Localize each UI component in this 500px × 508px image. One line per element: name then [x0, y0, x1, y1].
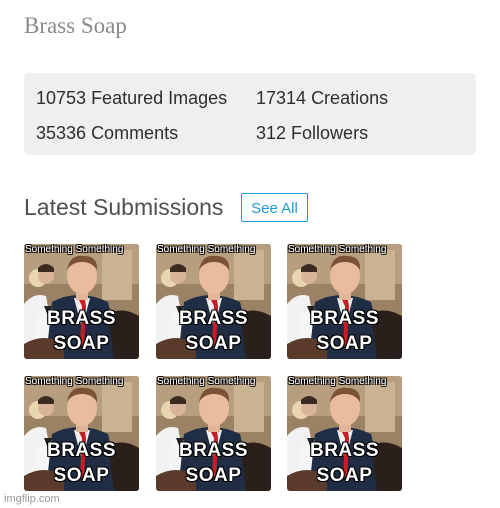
- meme-caption-line2: SOAP: [185, 465, 242, 486]
- stat-value: 35336: [36, 123, 87, 143]
- meme-top-caption: Something Something: [25, 376, 124, 387]
- meme-top-caption: Something Something: [157, 244, 256, 255]
- stat-value: 312: [256, 123, 287, 143]
- submissions-grid: Something Something BRASS SOAP Something…: [24, 244, 404, 492]
- meme-caption-line1: BRASS: [309, 440, 379, 461]
- meme-thumbnail[interactable]: Something Something BRASS SOAP: [287, 376, 402, 491]
- meme-top-caption: Something Something: [25, 244, 124, 255]
- meme-caption-line1: BRASS: [46, 440, 116, 461]
- meme-caption-line2: SOAP: [53, 333, 110, 354]
- meme-caption-line1: BRASS: [309, 308, 379, 329]
- stat-value: 10753: [36, 88, 87, 108]
- meme-caption-line1: BRASS: [46, 308, 116, 329]
- latest-submissions-heading: Latest Submissions: [24, 194, 224, 220]
- user-title: Brass Soap: [24, 13, 127, 38]
- meme-thumbnail[interactable]: Something Something BRASS SOAP: [287, 244, 402, 359]
- stat-creations[interactable]: 17314 Creations: [256, 88, 388, 109]
- stat-label: Creations: [311, 88, 389, 108]
- stat-label: Comments: [91, 123, 179, 143]
- stat-value: 17314: [256, 88, 307, 108]
- meme-top-caption: Something Something: [288, 376, 387, 387]
- meme-caption-line2: SOAP: [316, 333, 373, 354]
- meme-thumbnail[interactable]: Something Something BRASS SOAP: [24, 244, 139, 359]
- meme-caption-line2: SOAP: [185, 333, 242, 354]
- meme-caption-line2: SOAP: [316, 465, 373, 486]
- meme-top-caption: Something Something: [157, 376, 256, 387]
- stat-followers[interactable]: 312 Followers: [256, 123, 368, 144]
- stat-comments[interactable]: 35336 Comments: [36, 123, 178, 144]
- meme-caption-line1: BRASS: [178, 440, 248, 461]
- stats-panel: 10753 Featured Images 17314 Creations 3533…: [24, 73, 476, 155]
- stat-label: Featured Images: [91, 88, 228, 108]
- stat-label: Followers: [291, 123, 369, 143]
- meme-caption-line2: SOAP: [53, 465, 110, 486]
- imgflip-watermark: imgflip.com: [4, 493, 60, 505]
- meme-thumbnail[interactable]: Something Something BRASS SOAP: [24, 376, 139, 491]
- meme-caption-line1: BRASS: [178, 308, 248, 329]
- meme-top-caption: Something Something: [288, 244, 387, 255]
- stat-featured-images[interactable]: 10753 Featured Images: [36, 88, 227, 109]
- meme-thumbnail[interactable]: Something Something BRASS SOAP: [156, 244, 271, 359]
- see-all-button[interactable]: See All: [241, 193, 308, 222]
- meme-thumbnail[interactable]: Something Something BRASS SOAP: [156, 376, 271, 491]
